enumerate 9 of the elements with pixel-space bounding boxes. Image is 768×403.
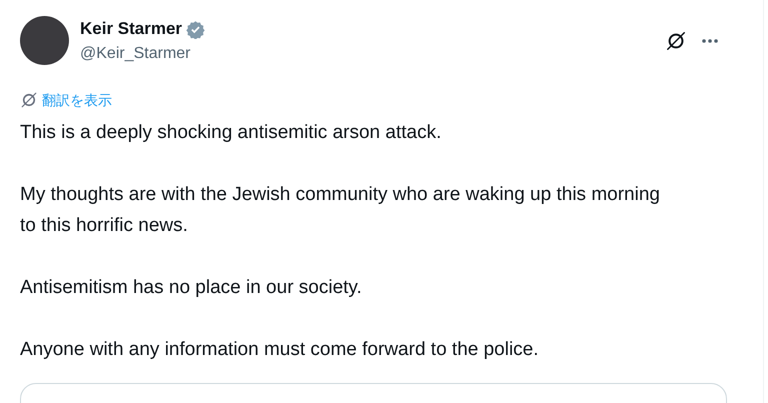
slashed-circle-icon[interactable] — [665, 30, 687, 52]
author-handle[interactable]: @Keir_Starmer — [80, 44, 206, 64]
post-paragraph: Antisemitism has no place in our society. — [20, 276, 363, 300]
post-paragraph: Anyone with any information must come forward to the police. — [20, 338, 540, 362]
more-options-icon[interactable] — [701, 38, 719, 44]
post-paragraph: My thoughts are with the Jewish community who are waking up this morning to this horrific news. — [20, 183, 661, 238]
post-paragraph: This is a deeply shocking antisemitic arson attack. — [20, 121, 442, 145]
author-name[interactable]: Keir Starmer — [80, 18, 182, 40]
avatar[interactable] — [20, 16, 69, 65]
